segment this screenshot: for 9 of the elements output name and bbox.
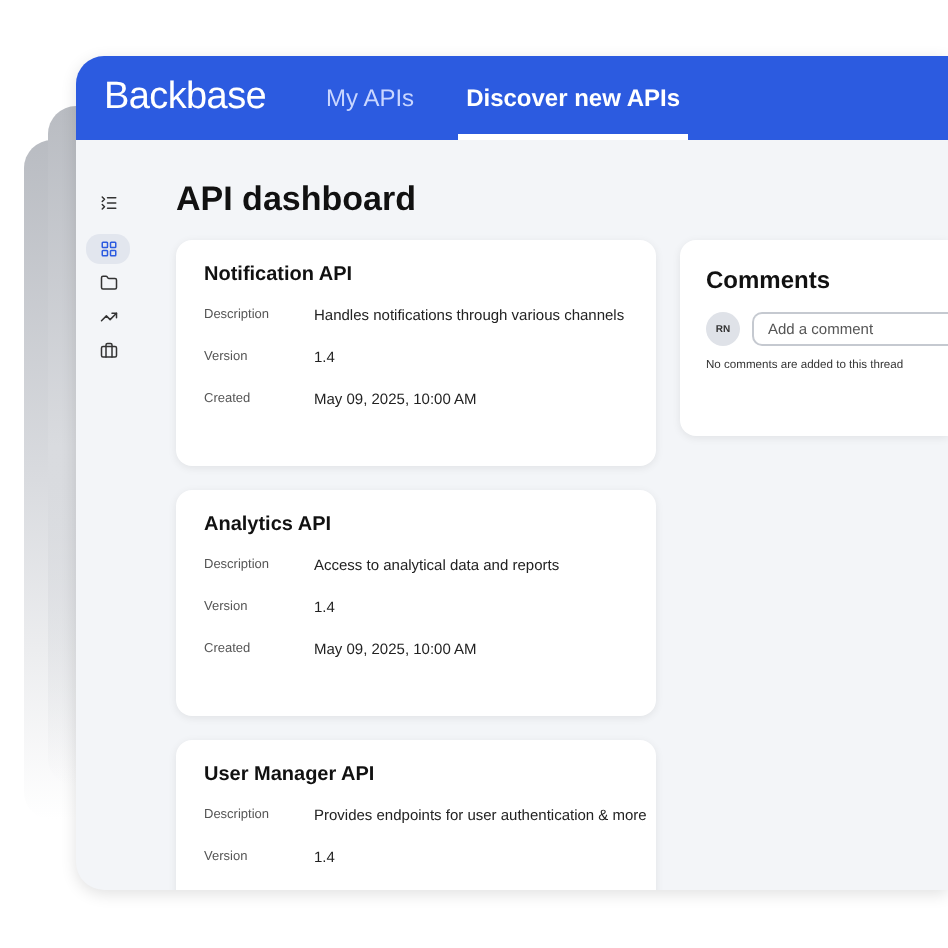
card-title: User Manager API xyxy=(204,764,377,786)
comments-title: Comments xyxy=(706,266,833,294)
nav-tab[interactable]: Discover new APIs xyxy=(458,56,688,140)
card-title: Analytics API xyxy=(204,514,334,536)
card-title: Notification API xyxy=(204,264,355,286)
grid-icon[interactable] xyxy=(86,234,130,264)
page-title: API dashboard xyxy=(176,180,418,220)
nav-tab[interactable]: My APIs xyxy=(318,56,423,140)
logo: Backbase xyxy=(104,76,267,120)
